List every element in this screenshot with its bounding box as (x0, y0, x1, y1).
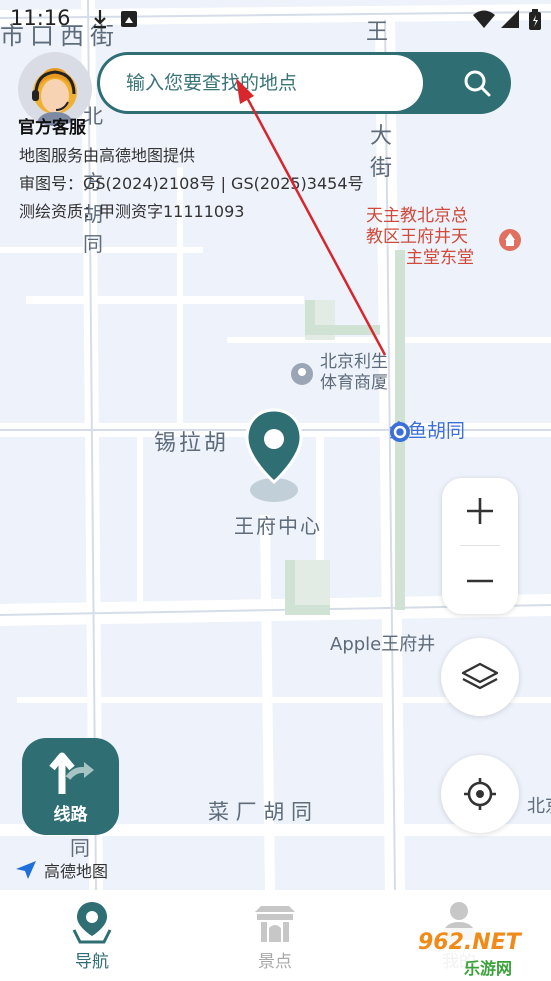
poi-church-line: 主堂东堂 (406, 248, 474, 268)
map-layers-button[interactable] (441, 638, 519, 716)
attractions-icon (255, 906, 295, 942)
tab-attractions[interactable]: 景点 (220, 890, 330, 981)
zoom-controls (442, 478, 518, 614)
poi-sports-store[interactable]: 北京利生 体育商厦 (291, 352, 388, 394)
poi-apple-store[interactable]: Apple王府井 (330, 634, 435, 655)
amap-logo-icon (16, 861, 36, 879)
poi-church-line: 教区王府井天 (366, 227, 468, 247)
map-provider-text: 地图服务由高德地图提供 (19, 146, 196, 165)
poi-apple-label: Apple王府井 (330, 634, 436, 655)
location-pin-icon[interactable] (244, 408, 304, 504)
map-label-tong: 同 (70, 836, 90, 860)
center-label: 王府中心 (234, 514, 322, 538)
map-approval-text: 审图号：GS(2024)2108号 | GS(2025)3454号 (19, 174, 364, 193)
zoom-in-button[interactable] (442, 478, 518, 544)
tab-navigation[interactable]: 导航 (37, 890, 147, 981)
metro-icon (390, 422, 410, 442)
map-survey-text: 测绘资质：甲测资字11111093 (19, 202, 245, 221)
plus-icon (467, 498, 493, 524)
xila-hutong-label: 锡拉胡 (154, 431, 230, 456)
customer-service-label[interactable]: 官方客服 (18, 113, 86, 138)
watermark-logo: 962.NET 乐游网 (412, 928, 548, 978)
tab-navigation-label: 导航 (75, 952, 109, 972)
notification-icon (121, 11, 137, 27)
navigation-icon (72, 902, 112, 944)
watermark-brand: 962.NET (418, 930, 521, 955)
route-label: 线路 (53, 805, 88, 825)
poi-church[interactable]: 天主教北京总 教区王府井天 主堂东堂 (366, 206, 521, 269)
amap-logo-text: 高德地图 (44, 862, 109, 881)
search-icon[interactable] (461, 67, 493, 99)
poi-sports-line: 体育商厦 (320, 373, 388, 393)
church-icon (499, 229, 521, 251)
search-bar (97, 52, 511, 114)
zoom-divider (460, 545, 500, 546)
crosshair-icon (464, 778, 496, 810)
poi-church-line: 天主教北京总 (366, 206, 468, 226)
download-icon (94, 10, 106, 29)
tab-attractions-label: 景点 (258, 952, 292, 972)
route-button[interactable]: 线路 (22, 738, 119, 835)
lane-label: 同 (83, 232, 103, 256)
street-label-right3: 街 (370, 156, 393, 181)
status-bar: 11:16 (0, 0, 551, 36)
minus-icon (467, 579, 493, 583)
caichang-hutong-label: 菜 厂 胡 同 (208, 800, 313, 824)
search-input[interactable] (100, 55, 423, 111)
watermark-sub: 乐游网 (464, 959, 513, 978)
wifi-icon (473, 10, 495, 28)
locate-me-button[interactable] (441, 755, 519, 833)
signal-icon (501, 10, 519, 28)
poi-sports-line: 北京利生 (320, 352, 388, 372)
zoom-out-button[interactable] (442, 548, 518, 614)
street-label-right2: 大 (370, 124, 393, 149)
battery-icon (529, 9, 541, 30)
amap-logo: 高德地图 (14, 858, 108, 882)
route-arrow-icon (49, 752, 94, 794)
poi-metro-station[interactable]: 金鱼胡同 (389, 421, 465, 442)
shop-icon (291, 363, 313, 385)
layers-icon (461, 662, 499, 690)
status-time: 11:16 (10, 6, 71, 30)
map-label-beijing: 北京 (527, 796, 551, 817)
